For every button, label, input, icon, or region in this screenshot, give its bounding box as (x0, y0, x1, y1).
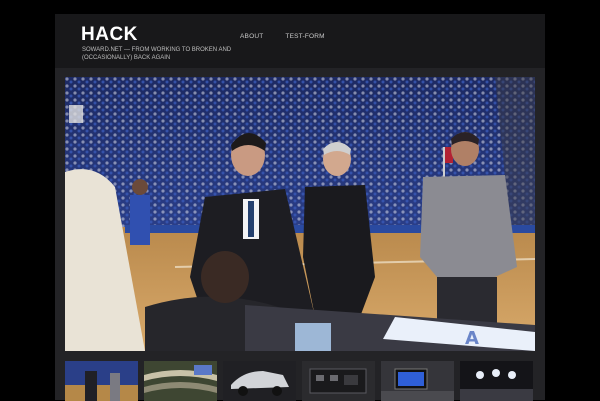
featured-photo: A (65, 77, 535, 351)
site-title[interactable]: HACK (81, 24, 138, 46)
main-nav: ABOUT TEST-FORM (240, 33, 325, 40)
thumbnail-equipment[interactable] (302, 361, 375, 401)
featured-image[interactable]: A (65, 77, 535, 351)
site-header: HACK SOWARD.NET — FROM WORKING TO BROKEN… (55, 14, 545, 68)
thumbnail-car[interactable] (223, 361, 296, 401)
thumbnail-photo (381, 361, 454, 401)
thumbnail-photo (223, 361, 296, 401)
thumbnail-courtside[interactable] (65, 361, 138, 401)
nav-item-test-form[interactable]: TEST-FORM (285, 33, 324, 40)
thumbnail-monitor[interactable] (381, 361, 454, 401)
nav-item-about[interactable]: ABOUT (240, 33, 263, 40)
svg-text:A: A (465, 328, 479, 349)
thumbnail-stage[interactable] (460, 361, 533, 401)
thumbnail-strip (65, 361, 535, 401)
thumbnail-photo (65, 361, 138, 401)
site-tagline: SOWARD.NET — FROM WORKING TO BROKEN AND … (82, 47, 232, 61)
page-shell: HACK SOWARD.NET — FROM WORKING TO BROKEN… (55, 14, 545, 401)
thumbnail-stadium[interactable] (144, 361, 217, 401)
thumbnail-photo (460, 361, 533, 401)
thumbnail-photo (144, 361, 217, 401)
thumbnail-photo (302, 361, 375, 401)
